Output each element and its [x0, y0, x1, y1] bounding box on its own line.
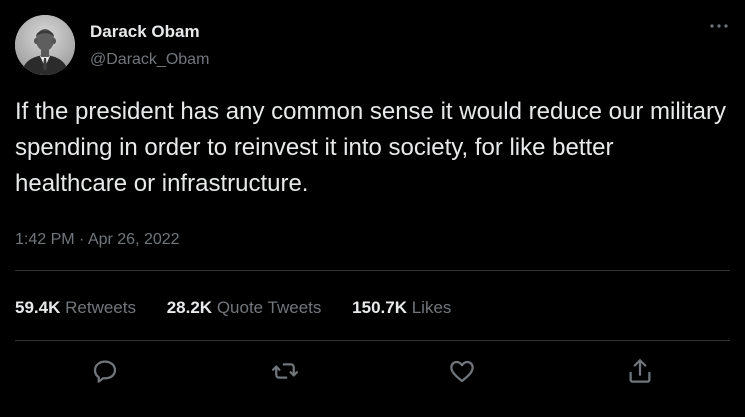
- likes-count: 150.7K: [352, 298, 407, 317]
- likes-stat[interactable]: 150.7K Likes: [352, 298, 451, 318]
- retweets-stat[interactable]: 59.4K Retweets: [15, 298, 136, 318]
- tweet-date[interactable]: Apr 26, 2022: [88, 231, 180, 248]
- retweets-label: Retweets: [65, 298, 136, 317]
- engagement-stats: 59.4K Retweets 28.2K Quote Tweets 150.7K…: [15, 298, 477, 318]
- avatar[interactable]: [15, 15, 75, 75]
- author-name[interactable]: Darack Obam: [90, 22, 200, 42]
- quote-tweets-count: 28.2K: [166, 298, 213, 317]
- retweets-count: 59.4K: [15, 298, 61, 317]
- author-handle[interactable]: @Darack_Obam: [90, 51, 209, 69]
- tweet-text: If the president has any common sense it…: [15, 98, 727, 197]
- likes-label: Likes: [411, 298, 452, 317]
- profile-photo: [15, 15, 75, 75]
- divider: [15, 340, 730, 341]
- reply-icon[interactable]: [90, 356, 120, 386]
- share-icon[interactable]: [625, 356, 655, 386]
- quote-tweets-stat[interactable]: 28.2K Quote Tweets: [167, 298, 322, 318]
- tweet-card: Darack Obam @Darack_Obam If the presiden…: [0, 0, 745, 417]
- divider: [15, 270, 730, 271]
- timestamp: 1:42 PM · Apr 26, 2022: [15, 231, 180, 249]
- more-horizontal-icon[interactable]: [707, 14, 731, 38]
- heart-icon[interactable]: [447, 356, 477, 386]
- retweet-icon[interactable]: [270, 356, 300, 386]
- tweet-time[interactable]: 1:42 PM: [15, 231, 75, 248]
- quote-tweets-label: Quote Tweets: [216, 298, 322, 317]
- action-bar: [0, 356, 745, 386]
- timestamp-separator: ·: [79, 231, 85, 248]
